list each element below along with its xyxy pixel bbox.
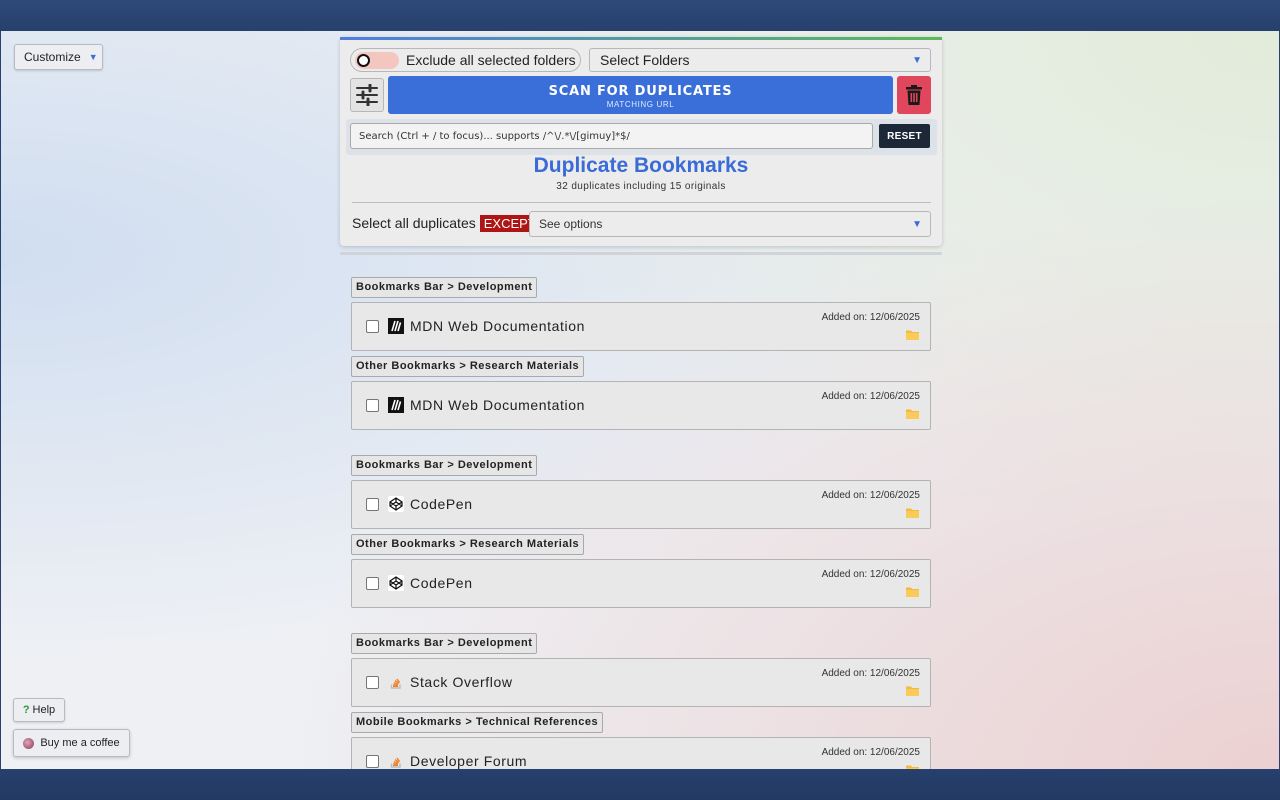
- duplicate-group: Bookmarks Bar > Development CodePen Adde…: [351, 455, 931, 608]
- folder-icon[interactable]: [906, 584, 919, 602]
- help-button[interactable]: ? Help: [13, 698, 65, 722]
- folder-path-label: Bookmarks Bar > Development: [351, 633, 538, 654]
- trash-icon: [906, 85, 922, 105]
- chevron-down-icon: ▼: [912, 218, 922, 230]
- bookmark-checkbox[interactable]: [366, 320, 379, 333]
- bookmark-item[interactable]: MDN Web Documentation Added on: 12/06/20…: [351, 302, 931, 351]
- bookmark-checkbox[interactable]: [366, 577, 379, 590]
- bookmark-item[interactable]: CodePen Added on: 12/06/2025: [351, 480, 931, 529]
- added-date: Added on: 12/06/2025: [821, 312, 920, 323]
- exclude-label: Exclude all selected folders: [406, 52, 576, 68]
- coffee-icon: [23, 737, 35, 749]
- except-options-select[interactable]: See options ▼: [529, 211, 931, 237]
- bookmark-item[interactable]: CodePen Added on: 12/06/2025: [351, 559, 931, 608]
- chevron-down-icon: ▼: [88, 52, 98, 62]
- panel-separator: [340, 252, 942, 255]
- bookmark-entry: Other Bookmarks > Research Materials MDN…: [351, 356, 931, 430]
- mdn-icon: [388, 397, 404, 413]
- folder-icon[interactable]: [906, 406, 919, 424]
- bookmark-entry: Bookmarks Bar > Development MDN Web Docu…: [351, 277, 931, 351]
- stackoverflow-icon: [388, 674, 404, 690]
- customize-dropdown[interactable]: Customize ▼: [14, 44, 103, 70]
- folder-path-label: Bookmarks Bar > Development: [351, 277, 538, 298]
- folder-path-label: Bookmarks Bar > Development: [351, 455, 538, 476]
- select-except-row: Select all duplicates EXCEPT: [352, 210, 540, 236]
- window-top-bar: [0, 0, 1280, 31]
- bookmark-checkbox[interactable]: [366, 676, 379, 689]
- duplicate-count: 32 duplicates including 15 originals: [556, 181, 726, 192]
- search-placeholder: Search (Ctrl + / to focus)... supports /…: [359, 130, 630, 142]
- folder-icon[interactable]: [906, 683, 919, 701]
- toggle-knob: [357, 53, 370, 67]
- scan-subtitle: MATCHING URL: [606, 100, 675, 109]
- bookmark-entry: Mobile Bookmarks > Technical References …: [351, 712, 931, 769]
- folder-select-value: Select Folders: [600, 52, 690, 68]
- page-viewport[interactable]: Customize ▼ Exclude all selected folders…: [1, 31, 1279, 769]
- options-select-value: See options: [539, 217, 603, 231]
- bookmark-title[interactable]: CodePen: [410, 496, 473, 512]
- customize-label: Customize: [24, 50, 81, 64]
- added-date: Added on: 12/06/2025: [821, 490, 920, 501]
- bookmark-title[interactable]: Developer Forum: [410, 753, 527, 769]
- folder-icon[interactable]: [906, 327, 919, 345]
- settings-button[interactable]: [350, 78, 384, 112]
- buy-coffee-button[interactable]: Buy me a coffee: [13, 729, 130, 757]
- folder-path-label: Other Bookmarks > Research Materials: [351, 356, 585, 377]
- control-panel: Exclude all selected folders Select Fold…: [340, 37, 942, 246]
- bookmark-item[interactable]: Developer Forum Added on: 12/06/2025: [351, 737, 931, 769]
- added-date: Added on: 12/06/2025: [821, 668, 920, 679]
- duplicate-group: Bookmarks Bar > Development MDN Web Docu…: [351, 277, 931, 430]
- search-row: Search (Ctrl + / to focus)... supports /…: [346, 119, 937, 155]
- bookmark-entry: Bookmarks Bar > Development Stack Overfl…: [351, 633, 931, 707]
- bookmark-checkbox[interactable]: [366, 498, 379, 511]
- added-date: Added on: 12/06/2025: [821, 569, 920, 580]
- added-date: Added on: 12/06/2025: [821, 747, 920, 758]
- scan-duplicates-button[interactable]: SCAN FOR DUPLICATES MATCHING URL: [388, 76, 893, 114]
- sliders-icon: [356, 84, 378, 106]
- bookmark-entry: Other Bookmarks > Research Materials Cod…: [351, 534, 931, 608]
- bookmark-title[interactable]: Stack Overflow: [410, 674, 513, 690]
- folder-icon[interactable]: [906, 762, 919, 769]
- codepen-icon: [388, 496, 404, 512]
- bookmark-title[interactable]: MDN Web Documentation: [410, 397, 585, 413]
- duplicate-group: Bookmarks Bar > Development Stack Overfl…: [351, 633, 931, 769]
- mdn-icon: [388, 318, 404, 334]
- page-title: Duplicate Bookmarks: [533, 154, 749, 177]
- bookmark-checkbox[interactable]: [366, 399, 379, 412]
- bookmark-title[interactable]: MDN Web Documentation: [410, 318, 585, 334]
- help-label: Help: [32, 704, 56, 716]
- bookmark-checkbox[interactable]: [366, 755, 379, 768]
- scan-title: SCAN FOR DUPLICATES: [548, 84, 733, 99]
- bookmark-item[interactable]: Stack Overflow Added on: 12/06/2025: [351, 658, 931, 707]
- bookmark-title[interactable]: CodePen: [410, 575, 473, 591]
- reset-button[interactable]: RESET: [879, 124, 930, 148]
- added-date: Added on: 12/06/2025: [821, 391, 920, 402]
- coffee-label: Buy me a coffee: [40, 737, 120, 749]
- delete-button[interactable]: [897, 76, 931, 114]
- folder-path-label: Other Bookmarks > Research Materials: [351, 534, 585, 555]
- folder-path-label: Mobile Bookmarks > Technical References: [351, 712, 604, 733]
- codepen-icon: [388, 575, 404, 591]
- exclude-folders-toggle[interactable]: Exclude all selected folders: [350, 48, 581, 72]
- chevron-down-icon: ▼: [912, 54, 922, 66]
- divider: [352, 202, 931, 203]
- bookmark-entry: Bookmarks Bar > Development CodePen Adde…: [351, 455, 931, 529]
- window-bottom-bar: [0, 769, 1280, 800]
- folder-select[interactable]: Select Folders ▼: [589, 48, 931, 72]
- search-input[interactable]: Search (Ctrl + / to focus)... supports /…: [350, 123, 873, 149]
- stackoverflow-icon: [388, 753, 404, 769]
- toggle-switch[interactable]: [355, 51, 399, 69]
- bookmark-item[interactable]: MDN Web Documentation Added on: 12/06/20…: [351, 381, 931, 430]
- question-icon: ?: [22, 704, 30, 716]
- folder-icon[interactable]: [906, 505, 919, 523]
- select-except-label: Select all duplicates: [352, 215, 476, 231]
